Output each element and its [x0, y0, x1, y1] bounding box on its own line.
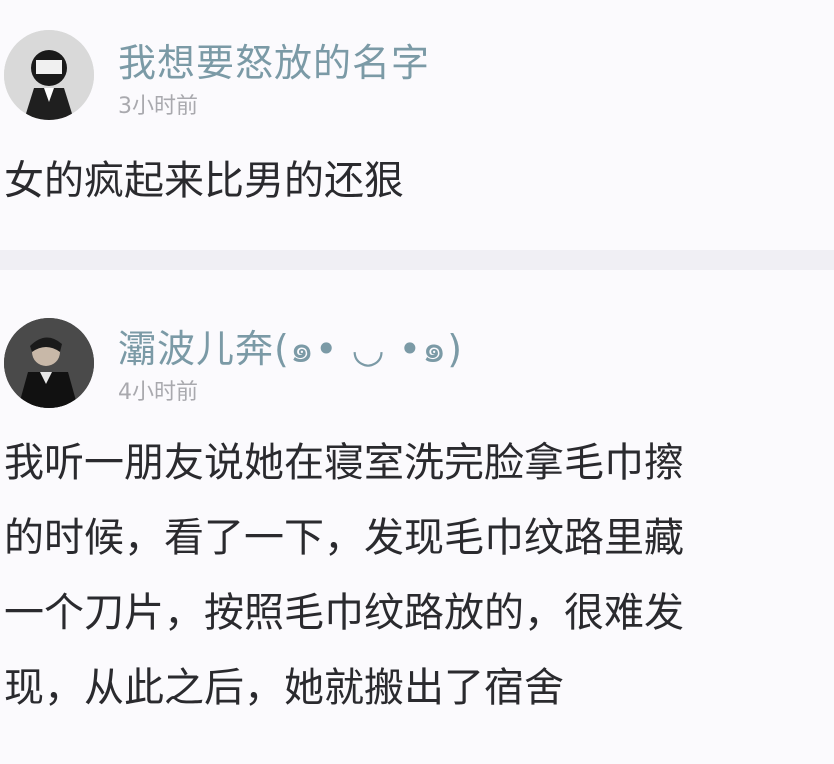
comment-card: 我想要怒放的名字 3小时前 女的疯起来比男的还狠	[0, 0, 834, 250]
comment-card: 灞波儿奔(๑• ◡ •๑) 4小时前 我听一朋友说她在寝室洗完脸拿毛巾擦 的时候…	[0, 270, 834, 764]
username[interactable]: 灞波儿奔(๑• ◡ •๑)	[118, 318, 463, 379]
username[interactable]: 我想要怒放的名字	[118, 32, 430, 87]
avatar-image	[4, 30, 94, 120]
timestamp: 4小时前	[118, 380, 198, 405]
divider	[0, 250, 834, 270]
comment-text-line: 的时候，看了一下，发现毛巾纹路里藏	[4, 515, 684, 561]
comment-text-line: 我听一朋友说她在寝室洗完脸拿毛巾擦	[4, 440, 684, 486]
timestamp: 3小时前	[118, 94, 198, 119]
avatar[interactable]	[4, 318, 94, 408]
comment-text-line: 现，从此之后，她就搬出了宿舍	[4, 665, 564, 711]
avatar[interactable]	[4, 30, 94, 120]
comment-text: 女的疯起来比男的还狠	[4, 158, 404, 204]
avatar-image	[4, 318, 94, 408]
comment-text-line: 一个刀片，按照毛巾纹路放的，很难发	[4, 590, 684, 636]
